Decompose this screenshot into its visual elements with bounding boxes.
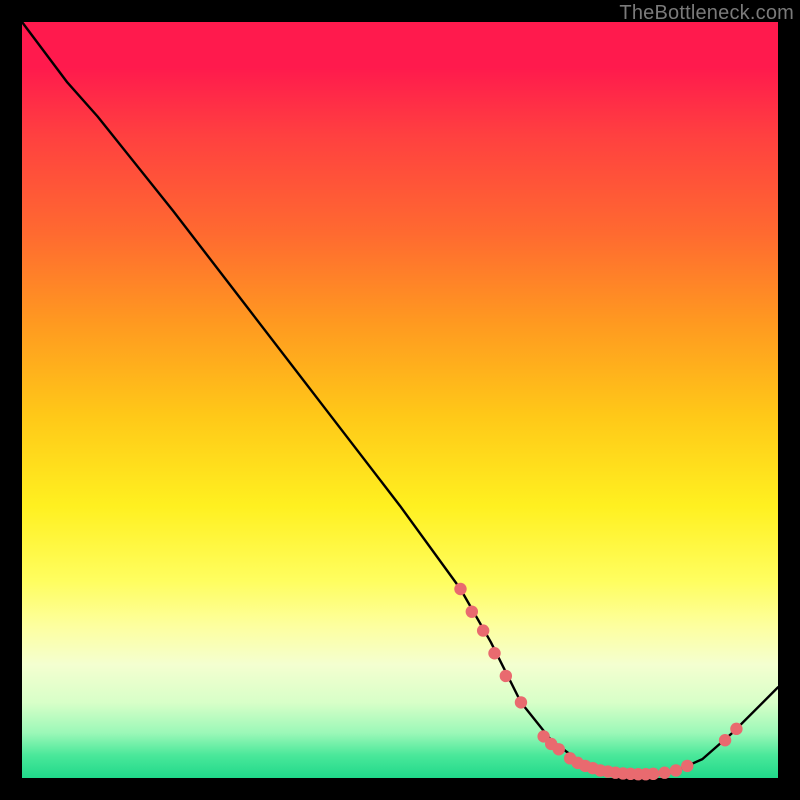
data-marker [477, 624, 489, 636]
data-marker [466, 605, 478, 617]
data-marker [515, 696, 527, 708]
plot-area [22, 22, 778, 778]
data-marker [658, 767, 670, 779]
data-marker [730, 723, 742, 735]
data-marker [500, 670, 512, 682]
data-marker [647, 768, 659, 780]
curve-line [22, 22, 778, 774]
data-marker [681, 760, 693, 772]
data-marker [719, 734, 731, 746]
data-marker [553, 743, 565, 755]
markers-group [454, 583, 742, 781]
chart-svg [22, 22, 778, 778]
data-marker [454, 583, 466, 595]
data-marker [670, 764, 682, 776]
chart-container: TheBottleneck.com [0, 0, 800, 800]
data-marker [488, 647, 500, 659]
